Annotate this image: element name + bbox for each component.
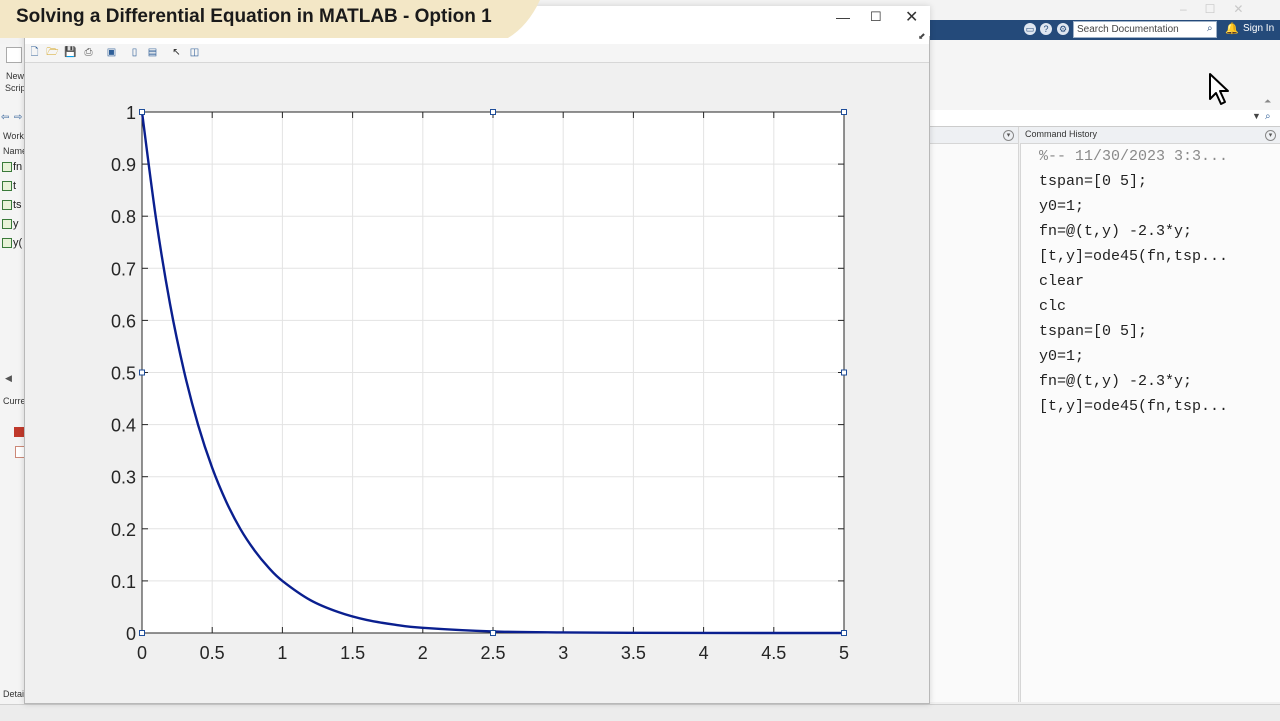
y-tick-label: 0.5 <box>111 364 136 384</box>
x-tick-label: 1.5 <box>340 643 365 663</box>
y-tick-label: 0 <box>126 624 136 644</box>
x-tick-label: 3 <box>558 643 568 663</box>
y-tick-label: 0.4 <box>111 416 136 436</box>
selection-handle[interactable] <box>490 630 496 636</box>
y-tick-label: 0.6 <box>111 311 136 331</box>
x-tick-label: 4 <box>699 643 709 663</box>
x-tick-label: 0.5 <box>200 643 225 663</box>
x-tick-label: 3.5 <box>621 643 646 663</box>
banner-title: Solving a Differential Equation in MATLA… <box>16 6 492 27</box>
x-tick-label: 2 <box>418 643 428 663</box>
x-tick-label: 0 <box>137 643 147 663</box>
y-tick-label: 0.9 <box>111 155 136 175</box>
selection-handle[interactable] <box>490 109 496 115</box>
y-tick-label: 0.2 <box>111 520 136 540</box>
selection-handle[interactable] <box>841 369 847 376</box>
selection-handle[interactable] <box>841 109 847 115</box>
y-tick-label: 0.1 <box>111 572 136 592</box>
x-tick-label: 2.5 <box>480 643 505 663</box>
y-tick-label: 1 <box>126 103 136 123</box>
y-tick-labels: 0 0.1 0.2 0.3 0.4 0.5 0.6 0.7 0.8 0.9 1 <box>111 103 136 644</box>
mouse-cursor-icon <box>1209 73 1229 105</box>
selection-handle[interactable] <box>139 369 145 376</box>
selection-handle[interactable] <box>139 109 145 115</box>
y-tick-label: 0.3 <box>111 468 136 488</box>
selection-handle[interactable] <box>139 630 145 636</box>
selection-handle[interactable] <box>841 630 847 636</box>
y-tick-label: 0.8 <box>111 207 136 227</box>
x-tick-label: 1 <box>277 643 287 663</box>
plot-axes[interactable]: 0 0.5 1 1.5 2 2.5 3 3.5 4 4.5 5 0 0.1 0.2 0.3 0.4 0.5 0.… <box>0 0 1280 720</box>
x-tick-label: 4.5 <box>761 643 786 663</box>
y-tick-label: 0.7 <box>111 259 136 279</box>
x-tick-labels: 0 0.5 1 1.5 2 2.5 3 3.5 4 4.5 5 <box>137 643 849 663</box>
x-tick-label: 5 <box>839 643 849 663</box>
